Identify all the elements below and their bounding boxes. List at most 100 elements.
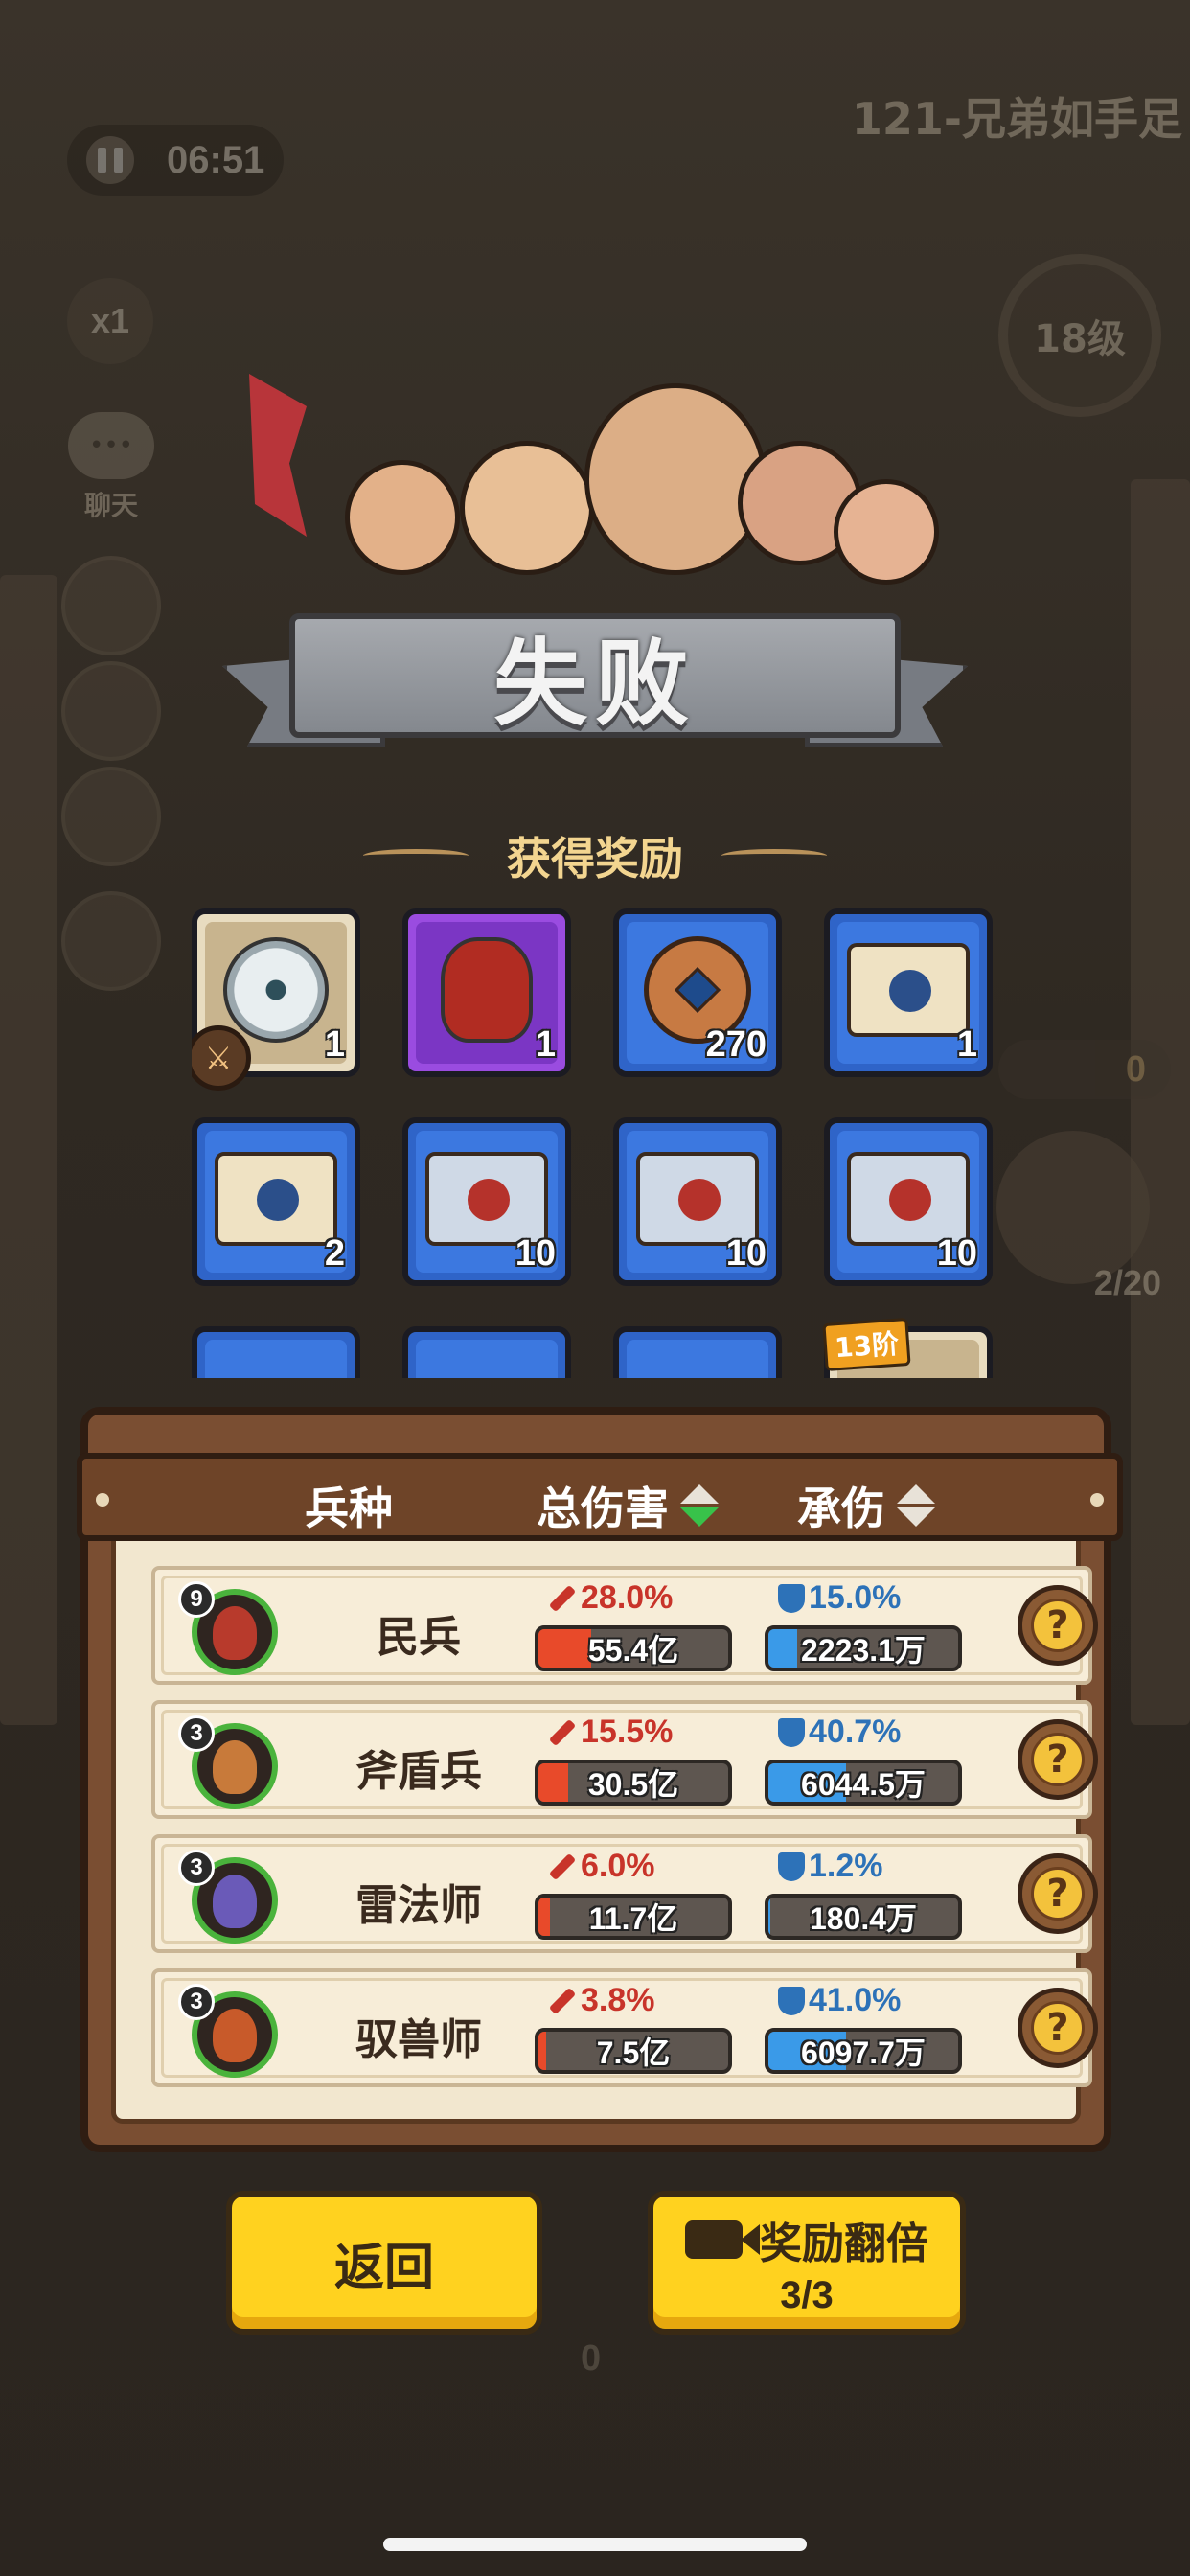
taken-percent: 1.2%	[778, 1848, 883, 1885]
result-title: 失败	[492, 630, 697, 739]
double-reward-button[interactable]: 奖励翻倍 3/3	[648, 2191, 966, 2334]
horse-scroll-icon	[425, 1151, 548, 1246]
sort-icon	[897, 1484, 935, 1527]
population-counter: 2/20	[1093, 1263, 1161, 1302]
unit-info-button[interactable]: ?	[1018, 1853, 1098, 1934]
damage-percent: 15.5%	[548, 1714, 673, 1751]
unit-name: 驭兽师	[355, 2015, 482, 2064]
fist-scroll-icon	[847, 1151, 970, 1246]
unit-info-button[interactable]: ?	[1018, 1988, 1098, 2068]
reward-item[interactable]	[402, 1326, 571, 1378]
speed-button[interactable]: x1	[67, 278, 153, 364]
lock-icon[interactable]	[61, 661, 161, 761]
question-icon: ?	[1031, 1867, 1085, 1920]
reward-item-bg	[416, 1340, 558, 1378]
header-dot	[1090, 1493, 1104, 1506]
reward-item[interactable]: 10	[824, 1117, 993, 1286]
soldier-face	[460, 441, 594, 575]
taken-value: 2223.1万	[801, 1633, 926, 1668]
reward-item[interactable]: 270	[613, 908, 782, 1077]
rewards-header: 获得奖励	[326, 824, 864, 887]
stats-row: 3 斧盾兵 15.5% 30.5亿 40.7% 6044.5万?	[151, 1700, 1098, 1819]
armor-scroll-icon	[847, 942, 970, 1037]
side-button-4[interactable]	[61, 891, 161, 991]
unit-info-button[interactable]: ?	[1018, 1585, 1098, 1666]
reward-item[interactable]	[613, 1326, 782, 1378]
damage-value: 11.7亿	[588, 1901, 678, 1936]
damage-percent-text: 3.8%	[581, 1982, 655, 2018]
reward-qty: 1	[535, 1024, 556, 1065]
battle-stats-panel: 兵种 总伤害 承伤 9 民兵 28.0% 55.4亿 15.0% 2223.1万? 3 斧盾兵…	[77, 1407, 1123, 2152]
unit-info-button[interactable]: ?	[1018, 1719, 1098, 1800]
taken-header-label: 承伤	[797, 1483, 885, 1534]
chat-button[interactable]: ••• 聊天	[63, 412, 159, 527]
reward-qty: 2	[324, 1233, 345, 1274]
back-button[interactable]: 返回	[226, 2191, 542, 2334]
taken-value: 180.4万	[809, 1901, 918, 1936]
unit-name: 民兵	[377, 1613, 461, 1662]
defeated-soldiers-illustration	[220, 316, 958, 623]
unit-avatar-icon	[213, 1874, 257, 1928]
pause-button[interactable]	[86, 136, 134, 184]
reward-item[interactable]: 1	[402, 908, 571, 1077]
decor-swirl	[721, 849, 827, 862]
taken-percent-text: 1.2%	[809, 1848, 883, 1884]
damage-percent-text: 6.0%	[581, 1848, 655, 1884]
unit-level-badge: 3	[178, 1984, 215, 2020]
unit-name: 雷法师	[355, 1881, 482, 1930]
side-button-3[interactable]	[61, 767, 161, 866]
reward-item[interactable]: 10	[402, 1117, 571, 1286]
back-button-label: 返回	[333, 2239, 434, 2297]
question-icon: ?	[1031, 1733, 1085, 1786]
side-button-1[interactable]	[61, 556, 161, 656]
taken-sort-header[interactable]: 承伤	[797, 1474, 935, 1537]
taken-percent: 15.0%	[778, 1579, 901, 1617]
reward-qty: 10	[936, 1233, 977, 1274]
unit-level-badge: 9	[178, 1581, 215, 1618]
bottom-counter: 0	[581, 2338, 602, 2379]
bg-statue	[1131, 479, 1190, 1725]
reward-item[interactable]: 10	[613, 1117, 782, 1286]
taken-percent: 40.7%	[778, 1714, 901, 1751]
unit-avatar-icon	[213, 1606, 257, 1660]
war-flag-icon	[249, 374, 307, 537]
damage-percent-text: 28.0%	[581, 1579, 674, 1616]
bg-tree	[0, 575, 57, 1725]
stats-row: 9 民兵 28.0% 55.4亿 15.0% 2223.1万?	[151, 1566, 1098, 1685]
damage-percent: 28.0%	[548, 1579, 673, 1617]
unit-column-header: 兵种	[305, 1474, 393, 1537]
sword-icon	[548, 1718, 577, 1746]
reward-item-bg	[627, 1340, 768, 1378]
reward-item[interactable]	[192, 1326, 360, 1378]
reward-qty: 10	[725, 1233, 767, 1274]
stats-row: 3 驭兽师 3.8% 7.5亿 41.0% 6097.7万?	[151, 1968, 1098, 2087]
stats-row: 3 雷法师 6.0% 11.7亿 1.2% 180.4万?	[151, 1834, 1098, 1953]
decor-swirl	[363, 849, 469, 862]
soldier-face	[345, 460, 460, 575]
taken-bar: 2223.1万	[765, 1625, 962, 1671]
home-indicator[interactable]	[383, 2538, 807, 2551]
general-face	[584, 383, 767, 575]
timer-text: 06:51	[167, 138, 265, 181]
taken-percent-text: 40.7%	[809, 1714, 902, 1750]
tier-tag: 13阶	[822, 1317, 911, 1372]
ribbon-main: 失败	[289, 613, 901, 739]
reward-grid[interactable]: 1 ⚔ 1 270 1 2 10 10 10 13阶	[192, 908, 1001, 1378]
reward-item[interactable]: 1 ⚔	[192, 908, 360, 1091]
damage-bar: 7.5亿	[535, 2028, 732, 2074]
taken-bar: 180.4万	[765, 1894, 962, 1940]
unit-level-badge: 3	[178, 1715, 215, 1752]
question-icon: ?	[1031, 1598, 1085, 1652]
reward-item[interactable]: 2	[192, 1117, 360, 1286]
double-reward-top: 奖励翻倍	[685, 2209, 928, 2270]
taken-percent-text: 15.0%	[809, 1579, 902, 1616]
stats-header: 兵种 总伤害 承伤	[77, 1453, 1123, 1541]
taken-percent-text: 41.0%	[809, 1982, 902, 2018]
unit-avatar-icon	[213, 1740, 257, 1794]
reward-item[interactable]: 1	[824, 908, 993, 1077]
reward-qty: 1	[324, 1024, 345, 1065]
sword-icon	[548, 1584, 577, 1612]
damage-header-label: 总伤害	[537, 1483, 669, 1534]
chat-label: 聊天	[83, 490, 138, 521]
damage-sort-header[interactable]: 总伤害	[537, 1474, 719, 1537]
